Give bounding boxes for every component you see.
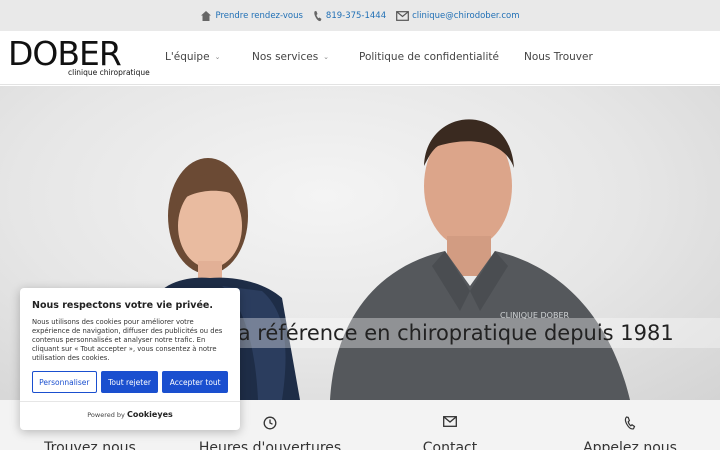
- nav-item-services[interactable]: Nos services ⌄: [252, 51, 329, 63]
- powered-by-label: Powered by: [87, 411, 125, 419]
- nav-label: Politique de confidentialité: [359, 51, 499, 63]
- cookie-consent-banner: Nous respectons votre vie privée. Nous u…: [20, 288, 240, 430]
- envelope-icon: [443, 416, 457, 427]
- site-header: DOBER clinique chiropratique L'équipe ⌄ …: [0, 31, 720, 85]
- customize-button[interactable]: Personnaliser: [32, 371, 97, 393]
- nav-item-trouver[interactable]: Nous Trouver: [524, 51, 593, 63]
- nav-label: Nos services: [252, 51, 319, 63]
- hero-tagline: La référence en chiropratique depuis 198…: [210, 318, 720, 348]
- envelope-icon: [396, 10, 410, 21]
- chevron-down-icon: ⌄: [323, 53, 330, 61]
- info-location-label: Trouvez nous: [44, 440, 136, 450]
- main-nav: L'équipe ⌄ Nos services ⌄ Politique de c…: [0, 31, 720, 85]
- cookie-powered-by[interactable]: Powered by Cookieyes: [20, 410, 240, 419]
- cookie-text: Nous utilisons des cookies pour améliore…: [32, 318, 223, 362]
- nav-item-equipe[interactable]: L'équipe ⌄: [165, 51, 220, 63]
- cookieyes-logo: Cookieyes: [127, 410, 173, 419]
- cookie-buttons: Personnaliser Tout rejeter Accepter tout: [32, 371, 228, 393]
- appointment-label[interactable]: Prendre rendez-vous: [215, 11, 302, 21]
- info-contact-label: Contact: [422, 440, 478, 450]
- accept-all-button[interactable]: Accepter tout: [162, 371, 228, 393]
- info-call[interactable]: Appelez nous: [550, 400, 710, 450]
- phone-icon: [314, 10, 322, 21]
- email-link[interactable]: clinique@chirodober.com: [396, 10, 520, 21]
- nav-label: Nous Trouver: [524, 51, 593, 63]
- info-hours-label: Heures d'ouvertures: [198, 440, 342, 450]
- chevron-down-icon: ⌄: [214, 53, 221, 61]
- email-label[interactable]: clinique@chirodober.com: [412, 11, 519, 21]
- appointment-link[interactable]: Prendre rendez-vous: [200, 10, 303, 22]
- reject-all-button[interactable]: Tout rejeter: [100, 371, 159, 393]
- home-icon: [201, 10, 212, 21]
- phone-link[interactable]: 819-375-1444: [313, 10, 386, 22]
- info-call-label: Appelez nous: [583, 440, 677, 450]
- phone-label[interactable]: 819-375-1444: [326, 11, 386, 21]
- cookie-divider: [20, 401, 240, 402]
- nav-label: L'équipe: [165, 51, 210, 63]
- clock-icon: [263, 416, 277, 430]
- phone-icon: [624, 416, 636, 430]
- nav-item-politique[interactable]: Politique de confidentialité: [359, 51, 499, 63]
- info-contact[interactable]: Contact: [370, 400, 530, 450]
- top-contact-bar: Prendre rendez-vous 819-375-1444 cliniqu…: [0, 0, 720, 31]
- cookie-title: Nous respectons votre vie privée.: [32, 300, 213, 311]
